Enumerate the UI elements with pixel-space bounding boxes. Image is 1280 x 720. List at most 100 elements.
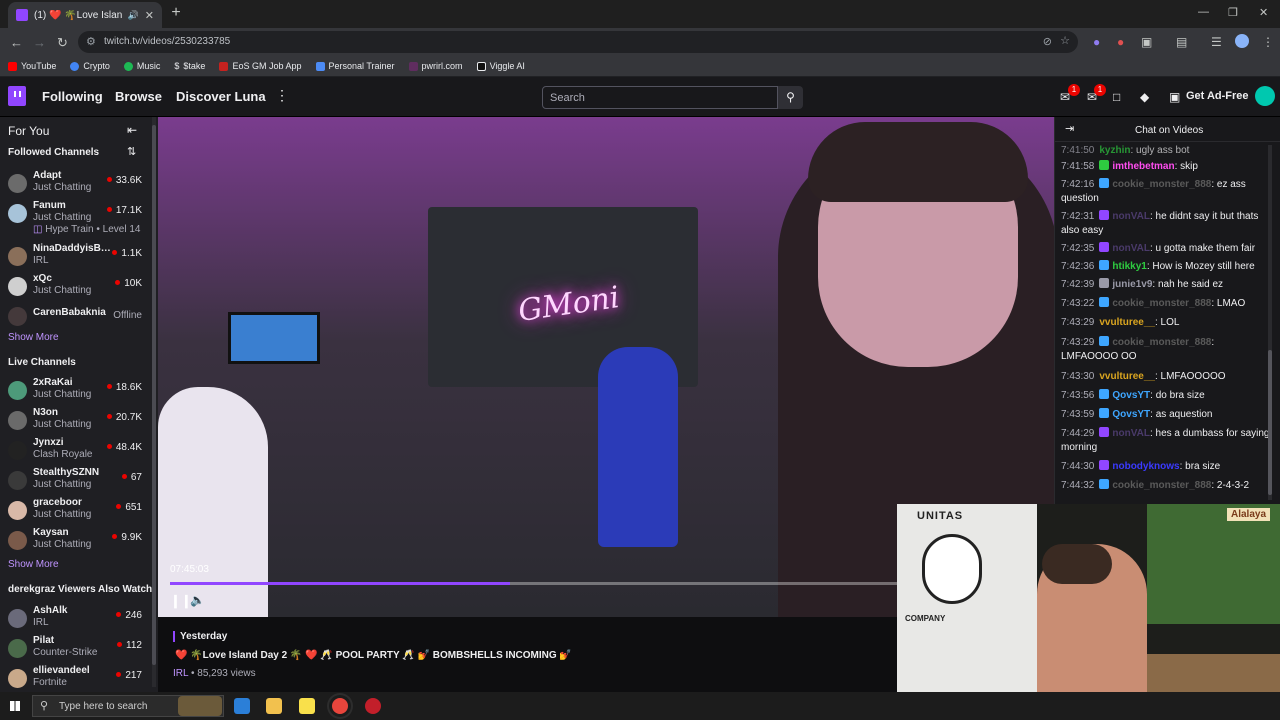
forward-icon[interactable]: →	[33, 35, 46, 50]
sidebar-channel-adapt[interactable]: Adapt Just Chatting 33.6K	[0, 169, 150, 197]
chat-badge-icon	[1099, 210, 1110, 220]
minimize-icon[interactable]: —	[1198, 6, 1209, 18]
message-username[interactable]: junie1v9	[1112, 279, 1152, 290]
reload-icon[interactable]: ↻	[57, 35, 68, 51]
restore-icon[interactable]: ❐	[1228, 6, 1238, 19]
more-kebab-icon[interactable]: ⋮	[275, 87, 289, 104]
hype-train-icon: ◫	[33, 224, 43, 235]
media-control-icon[interactable]: ☰	[1211, 35, 1222, 49]
edge-icon[interactable]	[234, 698, 250, 714]
sidebar-channel-ninadaddy[interactable]: NinaDaddyisBa... IRL 1.1K	[0, 242, 150, 270]
collapse-chat-icon[interactable]: ⇥	[1065, 122, 1074, 135]
sidebar-channel-xqc[interactable]: xQc Just Chatting 10K	[0, 272, 150, 300]
search-button[interactable]: ⚲	[778, 86, 803, 109]
banner-text: UNITAS	[917, 510, 964, 522]
message-username[interactable]: cookie_monster_888	[1112, 298, 1211, 309]
sidebar-channel-carenbabaknia[interactable]: CarenBabaknia Offline	[0, 302, 150, 330]
twitch-favicon-icon	[16, 9, 28, 21]
extensions-puzzle-icon[interactable]: ▣	[1141, 35, 1152, 49]
sidebar-scroll-thumb[interactable]	[152, 125, 156, 665]
sticky-notes-icon[interactable]	[299, 698, 315, 714]
twitch-logo-icon[interactable]	[8, 86, 26, 106]
sidebar-channel-graceboor[interactable]: graceboor Just Chatting 651	[0, 496, 150, 524]
show-more-followed[interactable]: Show More	[8, 332, 59, 343]
message-username[interactable]: cookie_monster_888	[1112, 179, 1211, 190]
chat-badge-icon	[1099, 336, 1110, 346]
message-username[interactable]: nonVAL	[1112, 243, 1150, 254]
message-username[interactable]: nonVAL	[1112, 211, 1150, 222]
nav-following[interactable]: Following	[42, 89, 103, 104]
sidebar-channel-2xrakai[interactable]: 2xRaKai Just Chatting 18.6K	[0, 376, 150, 404]
new-tab-button[interactable]: +	[168, 5, 184, 21]
message-username[interactable]: vvulturee__	[1099, 371, 1155, 382]
message-username[interactable]: nonVAL	[1112, 428, 1150, 439]
sidebar-channel-ashalk[interactable]: AshAlk IRL 246	[0, 604, 150, 632]
address-bar[interactable]: ⚙ twitch.tv/videos/2530233785 ⊘ ☆	[78, 31, 1078, 53]
avatar	[8, 609, 27, 628]
nav-browse[interactable]: Browse	[115, 89, 162, 104]
collapse-sidebar-icon[interactable]: ⇤	[127, 123, 137, 137]
sort-icon[interactable]: ⇅	[127, 145, 136, 158]
side-panel-icon[interactable]: ▤	[1176, 35, 1187, 49]
sidebar-channel-n3on[interactable]: N3on Just Chatting 20.7K	[0, 406, 150, 434]
message-username[interactable]: QovsYT	[1112, 390, 1150, 401]
bookmark-youtube[interactable]: YouTube	[8, 61, 56, 71]
windows-start-icon[interactable]	[10, 701, 20, 711]
chat-message: 7:44:32 cookie_monster_888: 2-4-3-2	[1061, 479, 1271, 493]
user-avatar[interactable]	[1255, 86, 1275, 106]
message-text: : bra size	[1179, 461, 1221, 472]
bookmark-star-icon[interactable]: ☆	[1060, 34, 1070, 47]
chrome-icon[interactable]	[332, 698, 348, 714]
chat-panel: ⇥ Chat on Videos 7:41:50 kyzhin: ugly ass…	[1054, 117, 1280, 504]
bookmark-crypto[interactable]: Crypto	[70, 61, 110, 71]
sidebar-channel-stealthysznn[interactable]: StealthySZNN Just Chatting 67	[0, 466, 150, 494]
sidebar-channel-ellievandeel[interactable]: ellievandeel Fortnite 217	[0, 664, 150, 692]
site-info-icon[interactable]: ⚙	[86, 35, 96, 48]
volume-icon[interactable]: 🔈	[190, 593, 205, 607]
bookmark-eos[interactable]: EoS GM Job App	[219, 61, 302, 71]
sidebar-channel-kaysan[interactable]: Kaysan Just Chatting 9.9K	[0, 526, 150, 554]
bookmark-viggle[interactable]: Viggle AI	[476, 61, 525, 71]
back-icon[interactable]: ←	[10, 35, 23, 50]
channel-category: Just Chatting	[33, 389, 92, 400]
speaker-icon[interactable]: 🔊	[128, 10, 139, 21]
show-more-live[interactable]: Show More	[8, 559, 59, 570]
notification-badge: 1	[1068, 84, 1080, 96]
message-username[interactable]: QovsYT	[1112, 409, 1150, 420]
message-username[interactable]: imthebetman	[1112, 161, 1174, 172]
extension-icon[interactable]: ●	[1117, 35, 1124, 49]
whispers-icon[interactable]: □	[1113, 90, 1120, 104]
bookmark-stake[interactable]: $ $take	[174, 61, 205, 71]
bookmark-trainer[interactable]: Personal Trainer	[315, 61, 395, 71]
seek-bar[interactable]	[170, 582, 910, 585]
close-window-icon[interactable]: ✕	[1259, 6, 1268, 19]
chat-badge-icon	[1099, 297, 1110, 307]
sidebar-channel-jynxzi[interactable]: Jynxzi Clash Royale 48.4K	[0, 436, 150, 464]
video-category-link[interactable]: IRL	[173, 668, 188, 679]
eye-off-icon[interactable]: ⊘	[1043, 35, 1052, 48]
message-username[interactable]: htikky1	[1112, 261, 1146, 272]
message-username[interactable]: cookie_monster_888	[1112, 480, 1211, 491]
message-text: : as aquestion	[1150, 409, 1213, 420]
get-ad-free-button[interactable]: Get Ad-Free	[1186, 90, 1249, 102]
message-username[interactable]: kyzhin	[1099, 145, 1130, 156]
menu-kebab-icon[interactable]: ⋮	[1262, 35, 1274, 49]
extension-icon[interactable]: ●	[1093, 35, 1100, 49]
bits-icon[interactable]: ◆	[1140, 90, 1149, 104]
file-explorer-icon[interactable]	[266, 698, 282, 714]
browser-tab[interactable]: (1) ❤️ 🌴Love Island Day 2 🌴 🔊 ✕	[8, 2, 162, 28]
message-username[interactable]: nobodyknows	[1112, 461, 1179, 472]
bookmark-pwrirl[interactable]: pwrirl.com	[408, 61, 463, 71]
sidebar-channel-pilat[interactable]: Pilat Counter-Strike 112	[0, 634, 150, 662]
message-username[interactable]: vvulturee__	[1099, 317, 1155, 328]
message-username[interactable]: cookie_monster_888	[1112, 337, 1211, 348]
nav-discover[interactable]: Discover Luna	[176, 89, 266, 104]
close-tab-icon[interactable]: ✕	[145, 9, 154, 22]
sidebar-channel-fanum[interactable]: Fanum Just Chatting ◫ Hype Train • Level…	[0, 199, 150, 239]
profile-avatar[interactable]	[1235, 34, 1249, 48]
app-icon[interactable]	[365, 698, 381, 714]
chat-scroll-thumb[interactable]	[1268, 350, 1272, 495]
bookmark-music[interactable]: Music	[123, 61, 160, 71]
search-input[interactable]: Search	[542, 86, 778, 109]
pause-icon[interactable]: ❙❙	[170, 593, 192, 609]
